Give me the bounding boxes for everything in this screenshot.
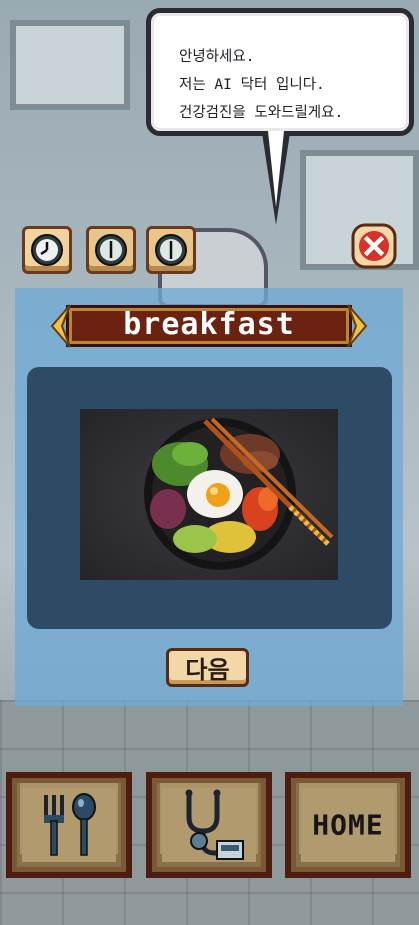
meal-photo bbox=[80, 409, 338, 580]
speech-line-3: 건강검진을 도와드릴게요. bbox=[179, 105, 344, 121]
nav-checkup-button[interactable] bbox=[146, 772, 272, 878]
clock-icon bbox=[155, 234, 187, 266]
meal-tab-dinner[interactable] bbox=[146, 226, 196, 274]
meal-title: breakfast bbox=[123, 307, 295, 342]
speech-line-1: 안녕하세요. bbox=[179, 49, 255, 65]
fork-spoon-icon bbox=[44, 793, 96, 856]
speech-text: 안녕하세요. 저는 AI 닥터 입니다. 건강검진을 도와드릴게요. bbox=[179, 43, 343, 127]
clock-icon bbox=[31, 234, 63, 266]
speech-bubble-tail bbox=[262, 131, 290, 225]
background-window bbox=[10, 20, 130, 110]
clock-icon bbox=[95, 234, 127, 266]
stethoscope-icon bbox=[185, 789, 244, 860]
speech-line-2: 저는 AI 닥터 입니다. bbox=[179, 77, 325, 93]
next-button[interactable]: 다음 bbox=[166, 648, 249, 687]
meal-title-banner: breakfast bbox=[46, 303, 372, 349]
home-label: HOME bbox=[312, 808, 384, 842]
bibimbap-bowl-image bbox=[80, 409, 338, 580]
nav-food-button[interactable] bbox=[6, 772, 132, 878]
meal-tab-breakfast[interactable] bbox=[22, 226, 72, 274]
nav-home-button[interactable]: HOME bbox=[285, 772, 411, 878]
speech-bubble: 안녕하세요. 저는 AI 닥터 입니다. 건강검진을 도와드릴게요. bbox=[146, 8, 414, 136]
close-icon bbox=[351, 223, 397, 269]
meal-tab-lunch[interactable] bbox=[86, 226, 136, 274]
next-button-label: 다음 bbox=[185, 656, 230, 684]
close-button[interactable] bbox=[350, 222, 398, 270]
